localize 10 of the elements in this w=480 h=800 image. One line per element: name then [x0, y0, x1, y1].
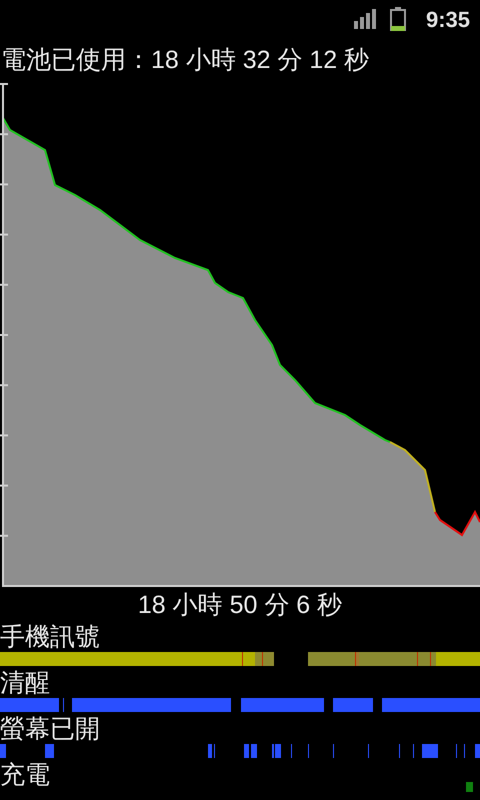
charging-bar: [466, 782, 473, 792]
signal-icon: [354, 9, 376, 29]
status-time: 9:35: [426, 6, 470, 34]
battery-usage-title: 電池已使用：18 小時 32 分 12 秒: [0, 45, 370, 76]
track-label: 手機訊號: [0, 622, 100, 652]
track-label: 充電: [0, 760, 50, 790]
track-label: 清醒: [0, 668, 50, 698]
track-label: 螢幕已開: [0, 714, 100, 744]
chart-duration: 18 小時 50 分 6 秒: [136, 590, 344, 621]
battery-icon: [390, 7, 406, 31]
